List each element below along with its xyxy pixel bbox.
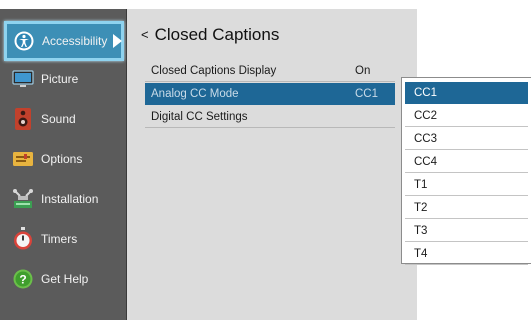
monitor-icon: [12, 68, 34, 90]
row-label: Closed Captions Display: [151, 64, 277, 77]
row-label: Digital CC Settings: [151, 110, 248, 123]
sidebar-item-accessibility[interactable]: Accessibility: [4, 21, 124, 61]
dropdown-option-t4[interactable]: T4: [405, 243, 528, 265]
help-icon: ?: [12, 268, 34, 290]
sidebar-item-installation[interactable]: Installation: [0, 179, 126, 219]
row-value: CC1: [355, 87, 379, 100]
svg-text:?: ?: [19, 273, 26, 287]
back-button[interactable]: <: [141, 27, 149, 42]
dropdown-option-cc3[interactable]: CC3: [405, 128, 528, 150]
speaker-icon: [12, 108, 34, 130]
sidebar-item-label: Options: [41, 152, 83, 166]
sidebar-item-label: Accessibility: [42, 34, 108, 48]
dropdown-option-cc4[interactable]: CC4: [405, 151, 528, 173]
closed-captions-panel: < Closed Captions Closed Captions Display…: [127, 9, 417, 320]
sidebar-item-label: Sound: [41, 112, 76, 126]
sidebar-item-label: Get Help: [41, 272, 89, 286]
row-label: Analog CC Mode: [151, 87, 239, 100]
chevron-right-icon: [113, 34, 123, 48]
installation-icon: [12, 188, 34, 210]
dropdown-option-cc2[interactable]: CC2: [405, 105, 528, 127]
sidebar-item-sound[interactable]: Sound: [0, 99, 126, 139]
timer-icon: [12, 227, 34, 250]
sidebar: Accessibility Picture Sound Options Inst…: [0, 9, 127, 320]
sidebar-item-timers[interactable]: Timers: [0, 219, 126, 259]
menu-row-analog-cc-mode[interactable]: Analog CC Mode CC1: [145, 83, 395, 105]
cc-mode-dropdown: CC1 CC2 CC3 CC4 T1 T2 T3 T4: [401, 77, 531, 265]
page-title: < Closed Captions: [141, 25, 279, 45]
page-title-text: Closed Captions: [154, 25, 280, 44]
sidebar-item-picture[interactable]: Picture: [0, 59, 126, 99]
sidebar-item-get-help[interactable]: ? Get Help: [0, 259, 126, 299]
options-icon: [12, 148, 34, 170]
sidebar-item-label: Picture: [41, 72, 79, 86]
menu-row-closed-captions-display[interactable]: Closed Captions Display On: [145, 60, 395, 82]
menu-row-digital-cc-settings[interactable]: Digital CC Settings: [145, 106, 395, 128]
sidebar-item-options[interactable]: Options: [0, 139, 126, 179]
sidebar-item-label: Timers: [41, 232, 78, 246]
dropdown-option-cc1[interactable]: CC1: [405, 82, 528, 104]
row-value: On: [355, 64, 371, 77]
dropdown-option-t3[interactable]: T3: [405, 220, 528, 242]
dropdown-option-t2[interactable]: T2: [405, 197, 528, 219]
dropdown-option-t1[interactable]: T1: [405, 174, 528, 196]
accessibility-icon: [13, 30, 35, 52]
sidebar-item-label: Installation: [41, 192, 99, 206]
